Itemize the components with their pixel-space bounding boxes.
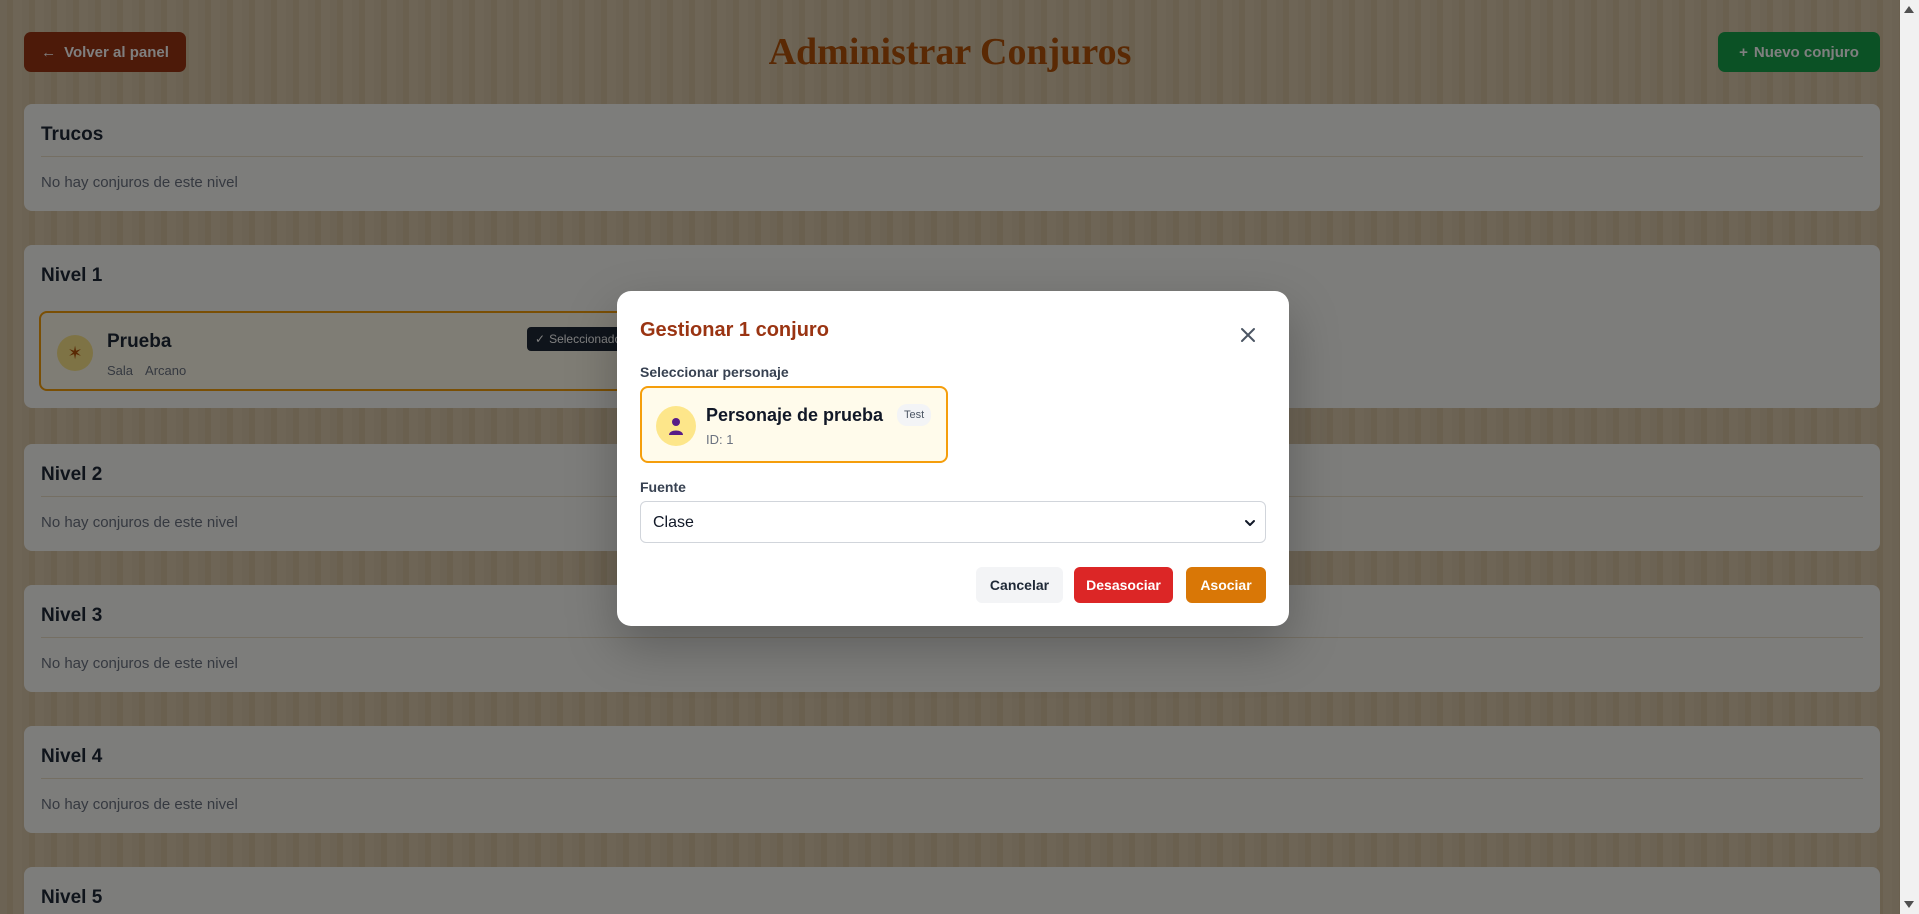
vertical-scrollbar[interactable]: [1900, 0, 1919, 914]
source-label: Fuente: [640, 479, 686, 495]
avatar: [656, 406, 696, 446]
chevron-down-icon: [1245, 520, 1255, 526]
close-icon: [1241, 328, 1255, 342]
source-select-value: Clase: [653, 514, 694, 531]
close-button[interactable]: [1234, 321, 1262, 349]
character-name: Personaje de prueba: [706, 405, 884, 425]
link-button[interactable]: Asociar: [1186, 567, 1266, 603]
scroll-up-icon[interactable]: [1904, 6, 1914, 13]
character-tag: Test: [897, 404, 932, 426]
cancel-button[interactable]: Cancelar: [976, 567, 1063, 603]
character-card[interactable]: Personaje de prueba ID: 1 Test: [640, 386, 948, 463]
unlink-button[interactable]: Desasociar: [1074, 567, 1173, 603]
person-icon: [669, 418, 683, 435]
modal-title: Gestionar 1 conjuro: [640, 319, 829, 341]
source-select[interactable]: Clase: [640, 501, 1266, 543]
select-character-label: Seleccionar personaje: [640, 364, 789, 380]
scroll-down-icon[interactable]: [1904, 901, 1914, 908]
manage-spell-modal: Gestionar 1 conjuro Seleccionar personaj…: [617, 291, 1289, 626]
character-id: ID: 1: [706, 432, 734, 447]
